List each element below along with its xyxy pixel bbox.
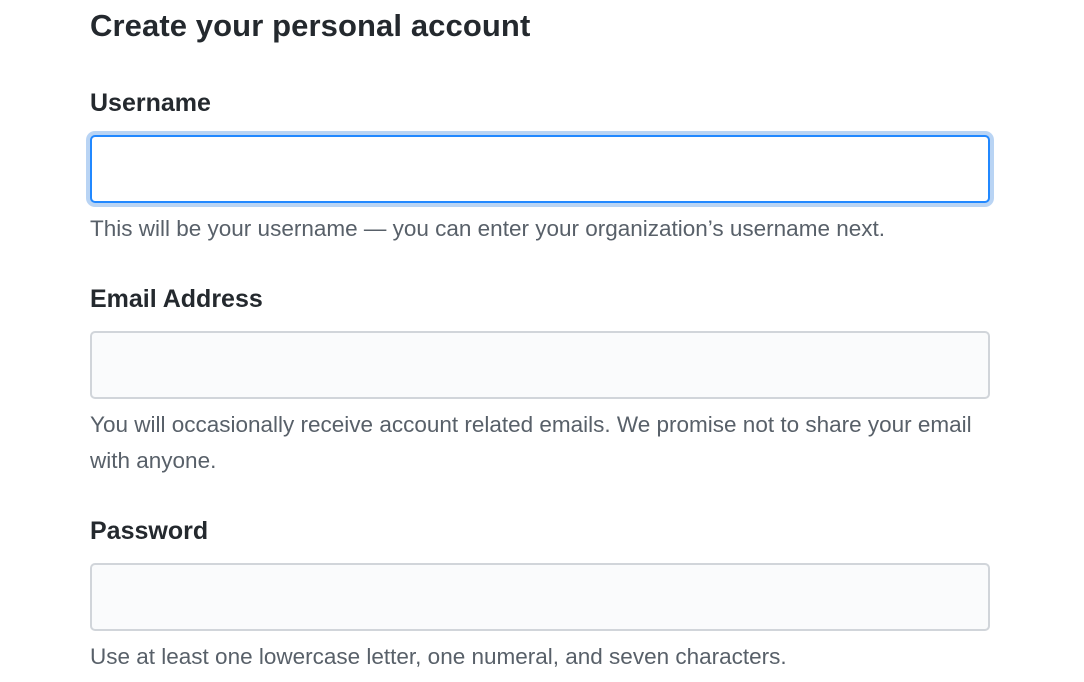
password-input[interactable] [90,563,990,631]
username-label: Username [90,89,211,117]
username-note: This will be your username — you can ent… [90,216,885,241]
password-label: Password [90,517,209,545]
email-note: You will occasionally receive account re… [90,412,972,473]
username-input[interactable] [90,135,990,203]
page-title: Create your personal account [90,8,531,43]
email-label: Email Address [90,285,263,313]
password-note: Use at least one lowercase letter, one n… [90,644,787,669]
email-input[interactable] [90,331,990,399]
